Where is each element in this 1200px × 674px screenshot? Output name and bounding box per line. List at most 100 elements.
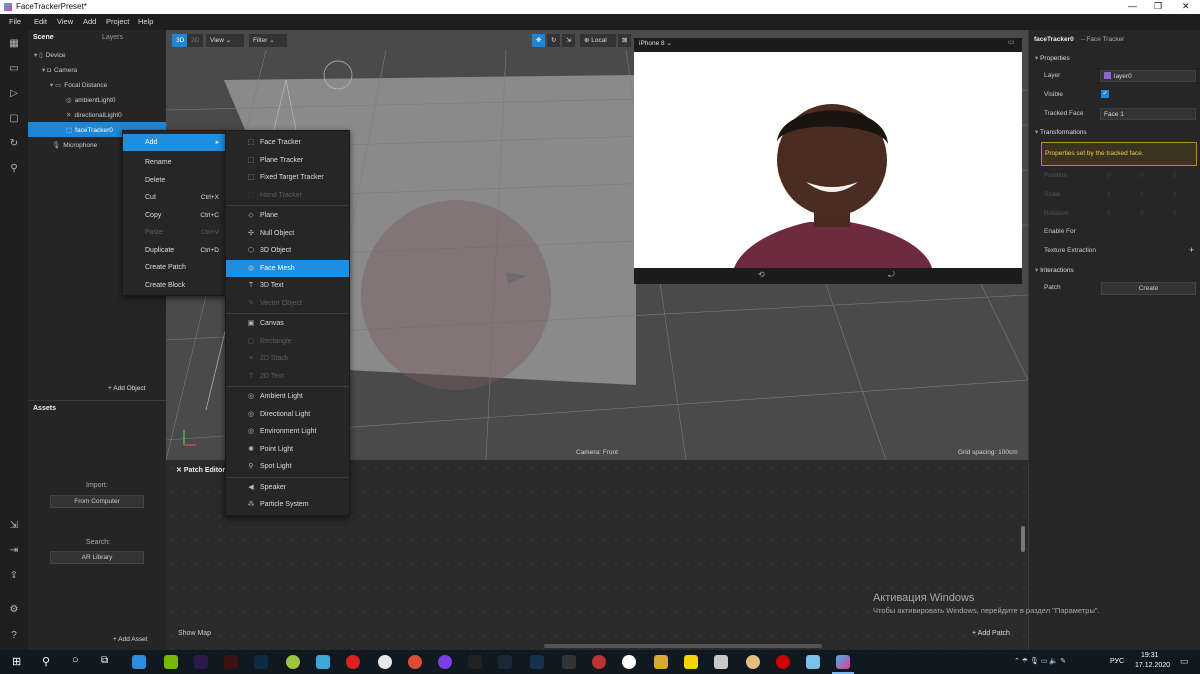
app-icon-1[interactable]: [286, 655, 300, 669]
submenu-item-hand-tracker[interactable]: ⬚ Hand Tracker: [226, 187, 349, 204]
tray-icons[interactable]: ⌃ ☂ 🎙 ▭ 🔈 ✎: [1014, 657, 1066, 665]
tab-layers[interactable]: Layers: [102, 34, 123, 41]
tree-item-focal-distance[interactable]: ▾ ▭ Focal Distance: [50, 81, 107, 89]
submenu-item-vector-object[interactable]: ✎ Vector Object: [226, 295, 349, 312]
tree-item-directional-light[interactable]: ✕ directionalLight0: [66, 111, 122, 119]
nvidia-icon[interactable]: [164, 655, 178, 669]
clock-date[interactable]: 17.12.2020: [1135, 662, 1170, 669]
context-menu-rename[interactable]: Rename: [123, 154, 225, 171]
send-icon[interactable]: ⇥: [8, 545, 20, 557]
app-icon-2[interactable]: [316, 655, 330, 669]
context-menu-paste[interactable]: Paste Ctrl+V: [123, 224, 225, 241]
submenu-item-ambient-light[interactable]: ◎ Ambient Light: [226, 388, 349, 405]
tree-item-microphone[interactable]: 🎙 Microphone: [52, 141, 97, 149]
refresh-icon[interactable]: ↻: [8, 138, 20, 150]
sticky-notes-icon[interactable]: [684, 655, 698, 669]
context-menu-cut[interactable]: Cut Ctrl+X: [123, 189, 225, 206]
app-icon-6[interactable]: [592, 655, 606, 669]
submenu-item-2d-stack[interactable]: ≡ 2D Stack: [226, 350, 349, 367]
context-menu-copy[interactable]: Copy Ctrl+C: [123, 207, 225, 224]
search-icon[interactable]: ⚲: [8, 163, 20, 175]
submenu-item-particle-system[interactable]: ⁂ Particle System: [226, 496, 349, 513]
texture-extraction-add-icon[interactable]: +: [1189, 245, 1194, 255]
mode-2d-button[interactable]: 2D: [187, 34, 204, 47]
chrome-icon[interactable]: [408, 655, 422, 669]
app-icon-8[interactable]: [746, 655, 760, 669]
submenu-item-spot-light[interactable]: ⚲ Spot Light: [226, 458, 349, 475]
task-view-icon[interactable]: ⧉: [101, 655, 108, 666]
submenu-item-canvas[interactable]: ▣ Canvas: [226, 315, 349, 332]
move-tool-icon[interactable]: ✥: [532, 34, 546, 47]
submenu-item-3d-text[interactable]: T 3D Text: [226, 277, 349, 294]
camera-switch-icon[interactable]: ⟲: [758, 270, 765, 279]
submenu-item-2d-text[interactable]: T 2D Text: [226, 368, 349, 385]
clock-time[interactable]: 19:31: [1141, 652, 1159, 659]
edge-browser-icon[interactable]: [132, 655, 146, 669]
calculator-icon[interactable]: [714, 655, 728, 669]
app-icon-3[interactable]: [438, 655, 452, 669]
submenu-item-fixed-target-tracker[interactable]: ⬚ Fixed Target Tracker: [226, 169, 349, 186]
app-icon-9[interactable]: [776, 655, 790, 669]
app-icon-5[interactable]: [530, 655, 544, 669]
photoshop-icon[interactable]: [254, 655, 268, 669]
submenu-item-rectangle[interactable]: ▢ Rectangle: [226, 333, 349, 350]
app-icon-10[interactable]: [806, 655, 820, 669]
animate-icon[interactable]: [224, 655, 238, 669]
help-icon[interactable]: ?: [8, 630, 20, 642]
context-menu-duplicate[interactable]: Duplicate Ctrl+D: [123, 242, 225, 259]
menu-help[interactable]: Help: [138, 17, 153, 26]
yandex-icon[interactable]: [378, 655, 392, 669]
vertical-scrollbar[interactable]: [1021, 526, 1025, 552]
menu-view[interactable]: View: [57, 17, 73, 26]
view-dropdown[interactable]: View ⌄: [206, 34, 244, 47]
local-space-toggle[interactable]: ⊕ Local: [580, 34, 616, 47]
stop-icon[interactable]: ▢: [8, 113, 20, 125]
steam-icon[interactable]: [498, 655, 512, 669]
context-menu-create-block[interactable]: Create Block: [123, 277, 225, 294]
import-from-computer-button[interactable]: From Computer: [50, 495, 144, 508]
tree-item-camera[interactable]: ▾ ◘ Camera: [42, 66, 77, 74]
add-asset-button[interactable]: + Add Asset: [113, 636, 148, 643]
submenu-item-plane[interactable]: ◇ Plane: [226, 207, 349, 224]
filter-dropdown[interactable]: Filter ⌄: [249, 34, 287, 47]
preview-close-icon[interactable]: ▭: [1008, 38, 1015, 46]
visible-checkbox[interactable]: ✓: [1101, 90, 1109, 98]
upload-icon[interactable]: ⇪: [8, 570, 20, 582]
device-frame-icon[interactable]: ⊠: [618, 34, 632, 47]
submenu-item-directional-light[interactable]: ◎ Directional Light: [226, 406, 349, 423]
submenu-item-plane-tracker[interactable]: ⬚ Plane Tracker: [226, 152, 349, 169]
horizontal-scrollbar[interactable]: [544, 644, 822, 648]
tree-item-face-tracker[interactable]: ⬚ faceTracker0: [66, 126, 113, 134]
enable-for-section[interactable]: Enable For: [1044, 228, 1076, 235]
interactions-section[interactable]: Interactions: [1035, 266, 1074, 274]
app-icon-4[interactable]: [468, 655, 482, 669]
submenu-item-null-object[interactable]: ✣ Null Object: [226, 225, 349, 242]
submenu-item-face-tracker[interactable]: ⬚ Face Tracker: [226, 134, 349, 151]
close-icon[interactable]: ✕: [1182, 1, 1190, 12]
tracked-face-dropdown[interactable]: Face 1: [1100, 108, 1196, 120]
play-icon[interactable]: ▷: [8, 88, 20, 100]
tab-scene[interactable]: Scene: [33, 34, 54, 41]
app-icon-7[interactable]: [622, 655, 636, 669]
submenu-item-face-mesh[interactable]: ◍ Face Mesh: [226, 259, 349, 277]
premiere-icon[interactable]: [194, 655, 208, 669]
language-indicator[interactable]: РУС: [1110, 658, 1124, 665]
video-icon[interactable]: ▭: [8, 63, 20, 75]
settings-icon[interactable]: ⚙: [8, 604, 20, 616]
cortana-icon[interactable]: ○: [72, 654, 79, 666]
layout-icon[interactable]: ▦: [8, 38, 20, 50]
search-icon[interactable]: ⚲: [42, 655, 50, 668]
context-menu-add[interactable]: Add ▸: [123, 134, 225, 151]
import-icon[interactable]: ⇲: [8, 520, 20, 532]
scale-tool-icon[interactable]: ⇲: [562, 34, 576, 47]
file-explorer-icon[interactable]: [654, 655, 668, 669]
layer-dropdown[interactable]: layer0: [1100, 70, 1196, 82]
add-patch-button[interactable]: + Add Patch: [972, 630, 1010, 637]
create-patch-button[interactable]: Create: [1101, 282, 1196, 295]
submenu-item-3d-object[interactable]: ⬡ 3D Object: [226, 242, 349, 259]
epic-games-icon[interactable]: [562, 655, 576, 669]
opera-icon[interactable]: [346, 655, 360, 669]
device-dropdown[interactable]: iPhone 8 ⌄: [639, 39, 672, 47]
add-object-button[interactable]: + Add Object: [108, 385, 145, 392]
menu-add[interactable]: Add: [83, 17, 96, 26]
